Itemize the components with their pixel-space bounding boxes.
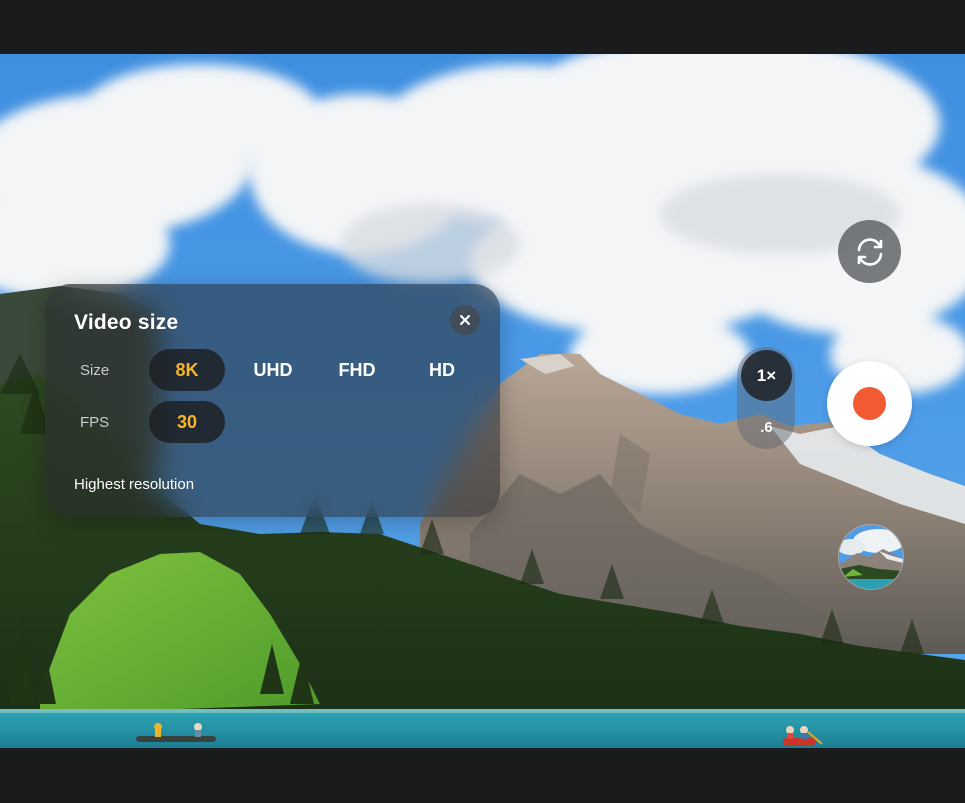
zoom-06-button[interactable]: .6 [741,412,792,442]
record-icon [853,387,886,420]
zoom-1x-button[interactable]: 1× [741,350,792,401]
record-button[interactable] [827,361,912,446]
close-button[interactable] [450,305,480,335]
video-size-panel: Video size Size 8K UHD FHD HD FPS 30 Hig… [45,284,500,517]
camera-flip-icon [857,237,882,266]
panel-title: Video size [74,311,179,334]
camera-app: Video size Size 8K UHD FHD HD FPS 30 Hig… [0,0,965,803]
size-option-hd[interactable]: HD [404,349,480,391]
resolution-description: Highest resolution [74,476,195,493]
close-icon [460,315,470,325]
size-option-fhd[interactable]: FHD [319,349,395,391]
gallery-thumbnail-image [839,525,903,589]
size-option-uhd[interactable]: UHD [235,349,311,391]
fps-label: FPS [80,414,110,431]
size-option-8k[interactable]: 8K [149,349,225,391]
size-label: Size [80,362,110,379]
fps-option-30[interactable]: 30 [149,401,225,443]
camera-flip-button[interactable] [838,220,901,283]
gallery-thumbnail[interactable] [838,524,904,590]
